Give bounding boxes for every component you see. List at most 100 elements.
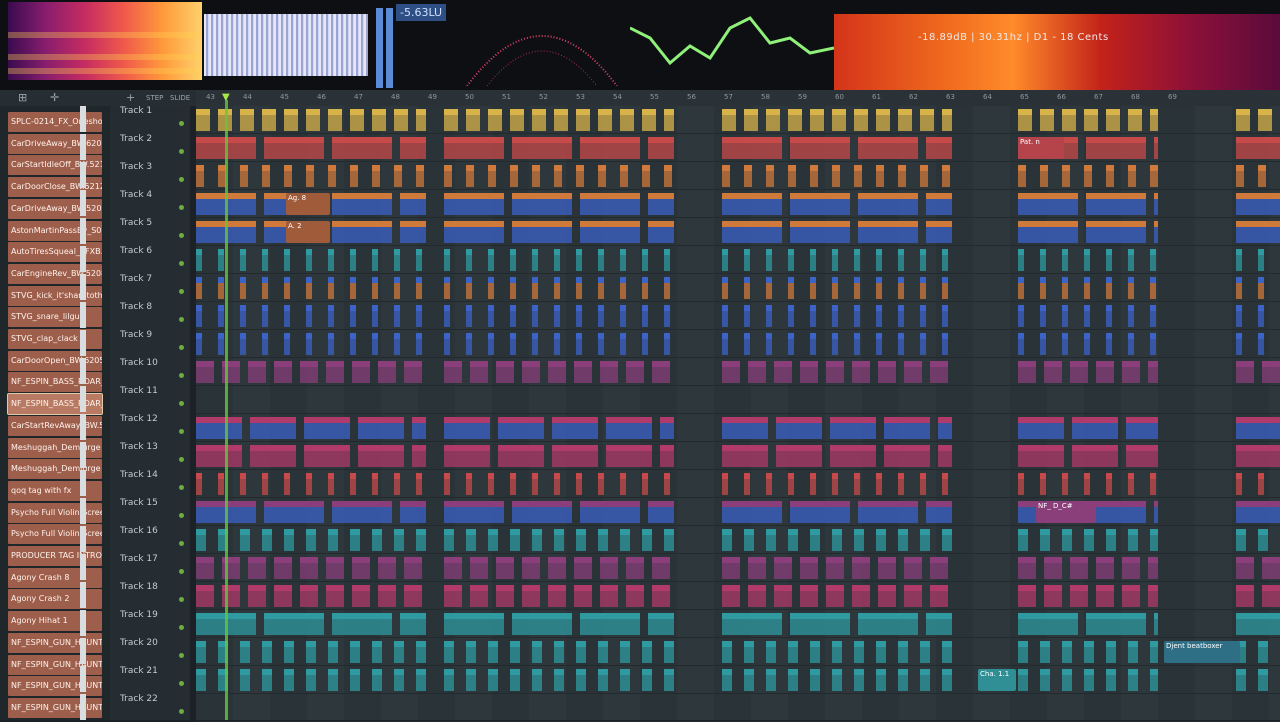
pattern-clip[interactable]: [328, 305, 334, 327]
browser-item[interactable]: Agony Crash 8: [8, 567, 102, 588]
pattern-clip[interactable]: [832, 249, 838, 271]
pattern-clip[interactable]: [240, 305, 246, 327]
pattern-clip[interactable]: [488, 473, 494, 495]
track-lane[interactable]: [196, 470, 1280, 498]
pattern-clip[interactable]: [766, 333, 772, 355]
pattern-clip[interactable]: [652, 557, 670, 579]
pattern-clip[interactable]: [1040, 165, 1048, 187]
pattern-clip[interactable]: [350, 109, 364, 131]
pattern-clip[interactable]: [598, 529, 608, 551]
pattern-clip[interactable]: [576, 277, 582, 299]
pattern-clip[interactable]: [1018, 613, 1078, 635]
pattern-clip[interactable]: [722, 473, 728, 495]
pattern-clip[interactable]: [554, 529, 564, 551]
pattern-clip[interactable]: [394, 641, 404, 663]
pattern-clip[interactable]: [642, 249, 648, 271]
pattern-clip[interactable]: [898, 669, 908, 691]
browser-item[interactable]: NF_ESPIN_BASS_ROAR_C#: [8, 372, 102, 393]
pattern-clip[interactable]: [444, 613, 504, 635]
pattern-clip[interactable]: [744, 249, 750, 271]
track-grip[interactable]: [80, 106, 86, 132]
playlist-arrangement[interactable]: Pat. n Ag. 8 A. 2 NF_ D_C# Djent beatboxer Ch…: [196, 106, 1280, 722]
pattern-clip[interactable]: [196, 585, 214, 607]
pattern-clip[interactable]: [722, 249, 728, 271]
track-enable-led[interactable]: [179, 457, 184, 462]
track-lane[interactable]: [196, 442, 1280, 470]
pattern-clip[interactable]: [306, 109, 320, 131]
pattern-clip[interactable]: [1258, 529, 1268, 551]
track-grip[interactable]: [80, 414, 86, 440]
browser-item[interactable]: CarStartRevAway_BW.521...: [8, 415, 102, 436]
pattern-clip[interactable]: [1084, 333, 1090, 355]
pattern-clip[interactable]: [790, 221, 850, 243]
pattern-clip[interactable]: [1044, 585, 1062, 607]
pattern-clip[interactable]: [400, 613, 426, 635]
pattern-clip[interactable]: [858, 221, 918, 243]
pattern-clip[interactable]: [576, 529, 586, 551]
pattern-clip[interactable]: [412, 445, 426, 467]
pattern-clip[interactable]: [1072, 445, 1118, 467]
pattern-clip[interactable]: [576, 333, 582, 355]
pattern-clip[interactable]: [522, 557, 540, 579]
pattern-clip[interactable]: [554, 333, 560, 355]
pattern-clip[interactable]: [350, 641, 360, 663]
pattern-clip[interactable]: [306, 305, 312, 327]
pattern-clip[interactable]: [444, 501, 504, 523]
pattern-clip[interactable]: [284, 277, 290, 299]
pattern-clip[interactable]: [496, 585, 514, 607]
pattern-clip[interactable]: [284, 333, 290, 355]
pattern-clip[interactable]: [926, 137, 952, 159]
pattern-clip[interactable]: [1150, 305, 1156, 327]
track-grip[interactable]: [80, 694, 86, 720]
pattern-clip[interactable]: [248, 361, 266, 383]
pattern-clip[interactable]: [196, 361, 214, 383]
pattern-clip[interactable]: [378, 361, 396, 383]
pattern-clip[interactable]: [810, 641, 820, 663]
pattern-clip[interactable]: [306, 641, 316, 663]
pattern-clip[interactable]: [240, 333, 246, 355]
pattern-clip[interactable]: [416, 529, 426, 551]
pattern-clip[interactable]: [262, 305, 268, 327]
pattern-clip[interactable]: [920, 529, 930, 551]
pattern-clip[interactable]: [854, 529, 864, 551]
pattern-clip[interactable]: [904, 557, 922, 579]
pattern-clip[interactable]: [240, 109, 254, 131]
pattern-clip[interactable]: [262, 473, 268, 495]
pattern-clip[interactable]: [488, 277, 494, 299]
pattern-clip[interactable]: [300, 585, 318, 607]
pattern-clip[interactable]: [1236, 417, 1280, 439]
pattern-clip[interactable]: [832, 529, 842, 551]
pattern-clip[interactable]: [788, 473, 794, 495]
track-header[interactable]: Track 17: [110, 554, 190, 582]
pattern-clip[interactable]: [926, 613, 952, 635]
pattern-clip[interactable]: [938, 445, 952, 467]
pattern-clip[interactable]: [576, 109, 590, 131]
pattern-clip[interactable]: [788, 165, 796, 187]
pattern-clip[interactable]: [920, 669, 930, 691]
pattern-clip[interactable]: [1040, 277, 1046, 299]
pattern-clip[interactable]: [930, 361, 948, 383]
pattern-clip[interactable]: [1128, 165, 1136, 187]
pattern-clip[interactable]: [196, 669, 206, 691]
pattern-clip[interactable]: [1086, 193, 1146, 215]
pattern-clip[interactable]: [284, 165, 292, 187]
pattern-clip[interactable]: [196, 249, 202, 271]
pattern-clip[interactable]: [1128, 641, 1138, 663]
pattern-clip[interactable]: [830, 445, 876, 467]
pattern-clip[interactable]: [598, 473, 604, 495]
pattern-clip[interactable]: [416, 165, 424, 187]
pattern-clip[interactable]: [196, 473, 202, 495]
track-grip[interactable]: [80, 190, 86, 216]
pattern-clip[interactable]: [1040, 641, 1050, 663]
pattern-clip[interactable]: [394, 669, 404, 691]
pattern-clip[interactable]: [306, 333, 312, 355]
pattern-clip[interactable]: [444, 585, 462, 607]
pattern-clip[interactable]: [748, 361, 766, 383]
pattern-clip[interactable]: [444, 137, 504, 159]
pattern-clip[interactable]: [854, 669, 864, 691]
pattern-clip[interactable]: [854, 109, 868, 131]
pattern-clip[interactable]: [512, 501, 572, 523]
pattern-clip[interactable]: [522, 361, 540, 383]
pattern-clip[interactable]: [722, 109, 736, 131]
pattern-clip[interactable]: [660, 445, 674, 467]
